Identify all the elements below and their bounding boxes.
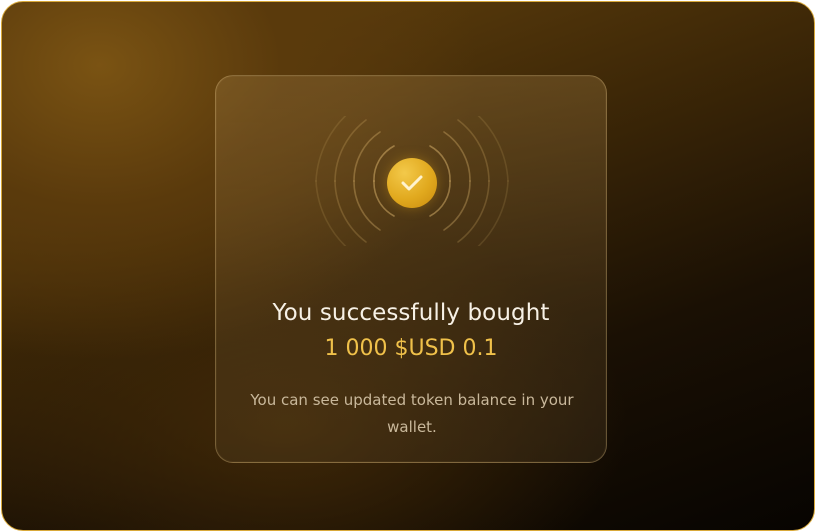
checkmark-icon bbox=[401, 175, 423, 191]
dialog-description: You can see updated token balance in you… bbox=[250, 391, 574, 436]
purchase-amount: 1 000 $USD 0.1 bbox=[324, 336, 498, 361]
dialog-title: You successfully bought bbox=[272, 300, 550, 326]
check-circle-icon bbox=[387, 158, 437, 208]
success-dialog: You successfully bought 1 000 $USD 0.1 Y… bbox=[215, 75, 607, 463]
app-window: You successfully bought 1 000 $USD 0.1 Y… bbox=[1, 1, 815, 531]
